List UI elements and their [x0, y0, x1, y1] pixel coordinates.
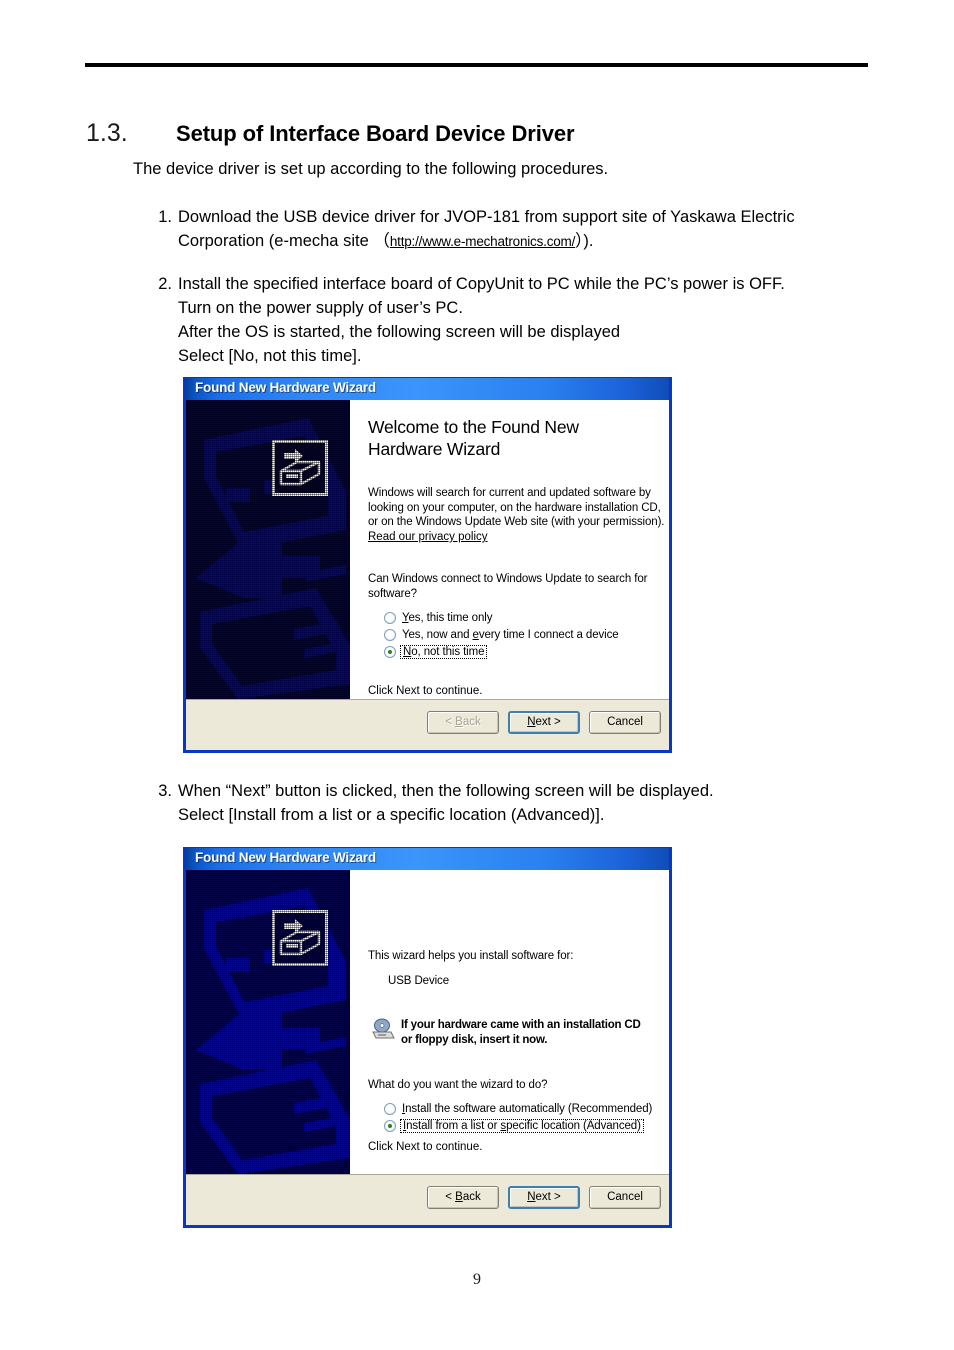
step-number: 1. — [158, 208, 172, 226]
step-body: Download the USB device driver for JVOP-… — [178, 205, 846, 254]
dialog-titlebar[interactable]: Found New Hardware Wizard — [186, 847, 669, 870]
back-button[interactable]: < Back — [427, 711, 499, 734]
wizard-banner — [186, 870, 350, 1174]
header-rule — [85, 63, 868, 67]
radio-icon[interactable] — [384, 1119, 396, 1132]
next-button[interactable]: Next > — [508, 711, 580, 734]
wizard-description: Windows will search for current and upda… — [368, 487, 665, 528]
radio-label: Yes, this time only — [402, 611, 493, 624]
page-number: 9 — [473, 1271, 481, 1288]
cd-drive-icon — [372, 1018, 395, 1039]
radio-icon[interactable] — [384, 628, 396, 641]
step-line-prefix: Corporation (e-mecha site （ — [178, 232, 390, 250]
step-item-3: 3. When “Next” button is clicked, then t… — [146, 779, 846, 827]
wizard-question: What do you want the wizard to do? — [368, 1079, 548, 1091]
radio-label: No, not this time — [400, 644, 488, 659]
welcome-title-line-1: Welcome to the Found New — [368, 417, 579, 437]
dialog-title: Found New Hardware Wizard — [195, 380, 376, 395]
wizard-hardware-icon — [272, 910, 328, 966]
dialog-button-bar: < Back Next > Cancel — [427, 711, 661, 734]
intro-paragraph: The device driver is set up according to… — [133, 160, 609, 178]
privacy-policy-link[interactable]: Read our privacy policy — [368, 531, 488, 543]
cd-note-line-2: or floppy disk, insert it now. — [401, 1033, 548, 1046]
radio-option-install-automatically[interactable]: Install the software automatically (Reco… — [384, 1100, 652, 1117]
step-number: 3. — [158, 782, 172, 800]
click-next-hint: Click Next to continue. — [368, 685, 483, 697]
step-line: Corporation (e-mecha site （http://www.e-… — [178, 229, 846, 254]
radio-label: Install the software automatically (Reco… — [402, 1102, 653, 1115]
radio-option-install-from-list[interactable]: Install from a list or specific location… — [384, 1117, 652, 1134]
section-heading: 1.3. Setup of Interface Board Device Dri… — [86, 119, 575, 148]
wizard-content-pane: Welcome to the Found New Hardware Wizard… — [350, 400, 669, 699]
wizard-content-pane: This wizard helps you install software f… — [350, 870, 669, 1174]
step-line: After the OS is started, the following s… — [178, 323, 621, 341]
cd-note-text: If your hardware came with an installati… — [401, 1018, 641, 1047]
device-name-label: USB Device — [388, 975, 449, 987]
wizard-question: Can Windows connect to Windows Update to… — [368, 573, 648, 600]
wizard-hardware-icon — [272, 440, 328, 496]
update-search-radio-group: Yes, this time only Yes, now and every t… — [384, 609, 619, 660]
back-button[interactable]: < Back — [427, 1186, 499, 1209]
found-new-hardware-wizard-dialog-1: Found New Hardware Wizard Welcome to the… — [183, 377, 672, 753]
step-item-1: 1. Download the USB device driver for JV… — [146, 205, 846, 254]
install-method-radio-group: Install the software automatically (Reco… — [384, 1100, 652, 1134]
click-next-hint: Click Next to continue. — [368, 1141, 483, 1153]
step-line: Install the specified interface board of… — [178, 275, 785, 293]
dialog-footer: < Back Next > Cancel — [186, 1174, 669, 1223]
step-number: 2. — [158, 275, 172, 293]
dialog-body: This wizard helps you install software f… — [186, 870, 669, 1174]
wizard-helps-text: This wizard helps you install software f… — [368, 950, 574, 962]
dialog-title: Found New Hardware Wizard — [195, 850, 376, 865]
radio-icon[interactable] — [384, 611, 396, 624]
step-line: When “Next” button is clicked, then the … — [178, 782, 714, 800]
next-button[interactable]: Next > — [508, 1186, 580, 1209]
step-line-suffix: ）). — [575, 232, 594, 250]
step-line: Select [Install from a list or a specifi… — [178, 806, 605, 824]
radio-label: Install from a list or specific location… — [400, 1118, 644, 1133]
step-body: When “Next” button is clicked, then the … — [178, 779, 846, 827]
document-page: 1.3. Setup of Interface Board Device Dri… — [0, 0, 954, 1350]
radio-icon[interactable] — [384, 645, 396, 658]
wizard-welcome-title: Welcome to the Found New Hardware Wizard — [368, 416, 579, 460]
cancel-button[interactable]: Cancel — [589, 1186, 661, 1209]
wizard-banner — [186, 400, 350, 699]
dialog-footer: < Back Next > Cancel — [186, 699, 669, 748]
welcome-title-line-2: Hardware Wizard — [368, 439, 501, 459]
step-line: Download the USB device driver for JVOP-… — [178, 208, 795, 226]
step-line: Select [No, not this time]. — [178, 347, 362, 365]
step-line: Turn on the power supply of user’s PC. — [178, 299, 463, 317]
radio-option-no-not-this-time[interactable]: No, not this time — [384, 643, 619, 660]
page-title: Setup of Interface Board Device Driver — [176, 121, 575, 146]
dialog-titlebar[interactable]: Found New Hardware Wizard — [186, 377, 669, 400]
section-number: 1.3. — [86, 119, 128, 147]
step-item-2: 2. Install the specified interface board… — [146, 272, 846, 368]
found-new-hardware-wizard-dialog-2: Found New Hardware Wizard This wizard he… — [183, 847, 672, 1228]
radio-option-yes-this-time[interactable]: Yes, this time only — [384, 609, 619, 626]
dialog-button-bar: < Back Next > Cancel — [427, 1186, 661, 1209]
radio-label: Yes, now and every time I connect a devi… — [402, 628, 619, 641]
dialog-body: Welcome to the Found New Hardware Wizard… — [186, 400, 669, 699]
installation-cd-note: If your hardware came with an installati… — [370, 1018, 641, 1047]
step-body: Install the specified interface board of… — [178, 272, 846, 368]
cancel-button[interactable]: Cancel — [589, 711, 661, 734]
website-link[interactable]: http://www.e-mechatronics.com/ — [390, 234, 576, 249]
radio-icon[interactable] — [384, 1102, 396, 1115]
radio-option-yes-every-time[interactable]: Yes, now and every time I connect a devi… — [384, 626, 619, 643]
cd-note-line-1: If your hardware came with an installati… — [401, 1019, 641, 1031]
